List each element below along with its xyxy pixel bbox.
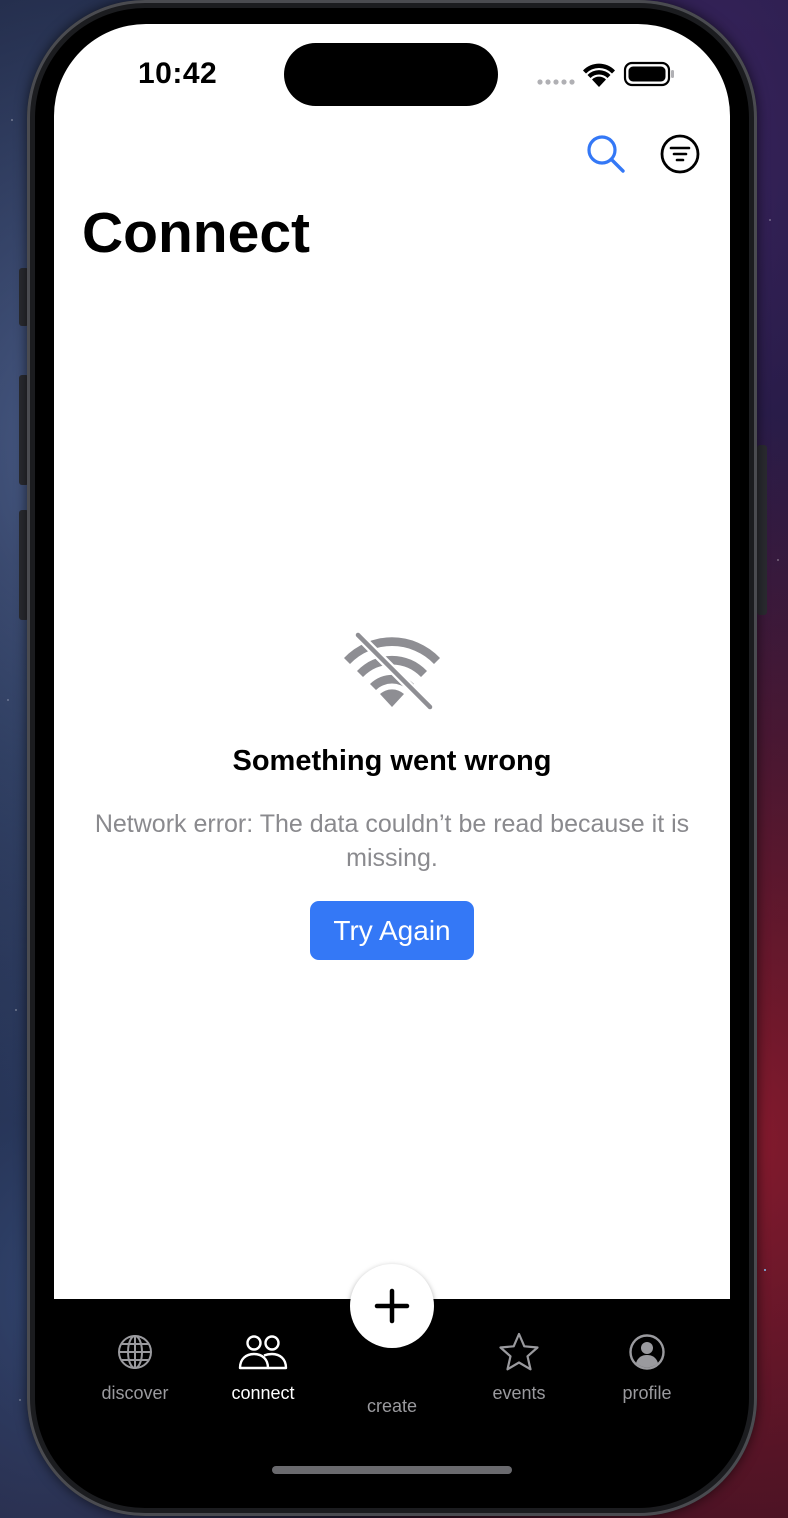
error-title: Something went wrong xyxy=(232,745,552,777)
tab-profile[interactable]: profile xyxy=(587,1329,707,1404)
tab-events[interactable]: events xyxy=(459,1329,579,1404)
power-button xyxy=(757,445,767,615)
dynamic-island xyxy=(284,43,498,106)
tab-create-label: create xyxy=(366,1396,418,1416)
connect-page: 10:42 Connect Something went wrong Netwo… xyxy=(54,24,730,1299)
home-indicator xyxy=(272,1466,512,1474)
status-time: 10:42 xyxy=(138,57,218,90)
plus-icon xyxy=(374,1288,410,1324)
globe-icon xyxy=(118,1335,152,1369)
star-icon xyxy=(499,1332,539,1371)
cellular-signal-icon xyxy=(537,79,575,85)
people-icon xyxy=(238,1335,288,1370)
status-icons xyxy=(536,60,676,90)
person-circle-icon xyxy=(629,1334,665,1370)
tab-discover[interactable]: discover xyxy=(75,1329,195,1404)
search-icon xyxy=(587,135,625,173)
status-indicators xyxy=(537,61,674,87)
filter-button[interactable] xyxy=(656,130,704,178)
wifi-icon xyxy=(583,63,615,87)
tab-connect[interactable]: connect xyxy=(203,1329,323,1404)
error-message: Network error: The data couldn’t be read… xyxy=(94,810,690,872)
page-title: Connect xyxy=(82,201,310,265)
create-button[interactable] xyxy=(350,1264,434,1348)
tab-connect-label: connect xyxy=(231,1383,295,1403)
error-state xyxy=(340,629,444,720)
filter-icon xyxy=(660,134,700,174)
battery-icon xyxy=(623,61,674,87)
tab-discover-label: discover xyxy=(101,1383,169,1403)
tab-events-label: events xyxy=(492,1383,546,1403)
tab-profile-label: profile xyxy=(622,1383,672,1403)
wifi-off-icon xyxy=(344,630,440,712)
try-again-button[interactable]: Try Again xyxy=(310,901,474,960)
app-screen: 10:42 Connect Something went wrong Netwo… xyxy=(54,24,730,1502)
search-button[interactable] xyxy=(582,130,630,178)
